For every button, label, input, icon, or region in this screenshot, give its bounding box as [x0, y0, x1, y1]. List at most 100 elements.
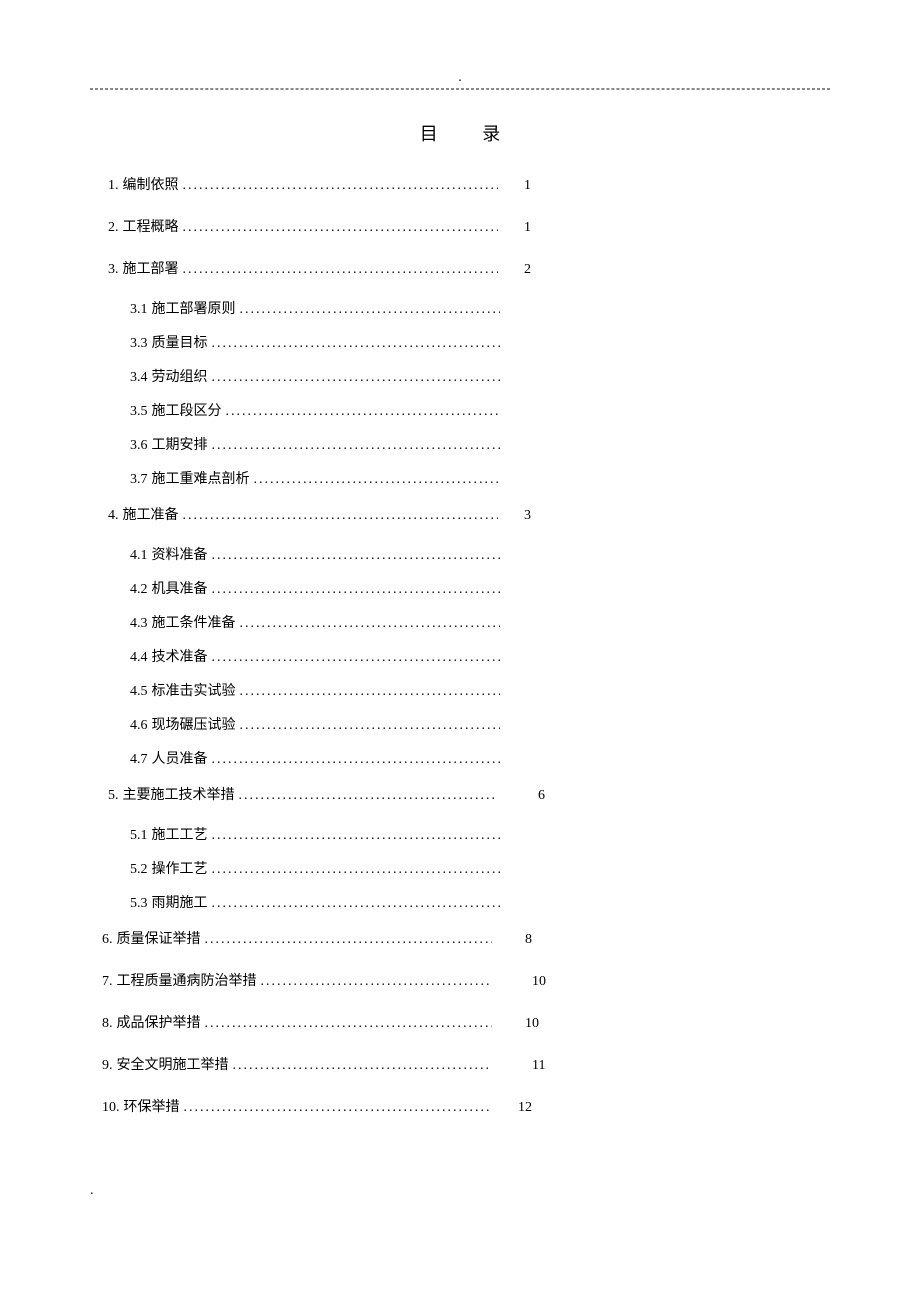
toc-number: 4.7: [130, 752, 152, 768]
toc-entry-inner: 8.成品保护举措................................…: [102, 1012, 492, 1032]
toc-number: 3.1: [130, 302, 152, 318]
table-of-contents: 1.编制依照..................................…: [90, 168, 830, 1132]
toc-label: 质量保证举措: [117, 928, 201, 948]
toc-number: 4.: [108, 508, 123, 524]
toc-number: 10.: [102, 1100, 124, 1116]
toc-entry: 1.编制依照..................................…: [90, 168, 830, 210]
toc-number: 3.7: [130, 472, 152, 488]
toc-leader-dots: ........................................…: [208, 828, 501, 844]
toc-entry: 4.2机具准备.................................…: [90, 574, 830, 608]
toc-number: 3.4: [130, 370, 152, 386]
toc-leader-dots: ........................................…: [235, 788, 499, 804]
toc-entry-inner: 4.4技术准备.................................…: [130, 646, 500, 666]
toc-entry: 4.4技术准备.................................…: [90, 642, 830, 676]
toc-entry: 4.7人员准备.................................…: [90, 744, 830, 778]
toc-leader-dots: ........................................…: [201, 932, 493, 948]
toc-number: 8.: [102, 1016, 117, 1032]
toc-entry: 5.1施工工艺.................................…: [90, 820, 830, 854]
toc-entry: 4.5标准击实试验...............................…: [90, 676, 830, 710]
toc-entry-inner: 4.1资料准备.................................…: [130, 544, 500, 564]
toc-leader-dots: ........................................…: [201, 1016, 493, 1032]
toc-label: 环保举措: [124, 1096, 180, 1116]
toc-label: 劳动组织: [152, 366, 208, 386]
toc-label: 施工重难点剖析: [152, 468, 250, 488]
toc-label: 资料准备: [152, 544, 208, 564]
toc-entry-inner: 3.施工部署..................................…: [108, 258, 498, 278]
toc-leader-dots: ........................................…: [208, 336, 501, 352]
toc-page-number: 11: [492, 1058, 545, 1074]
toc-label: 施工条件准备: [152, 612, 236, 632]
toc-label: 操作工艺: [152, 858, 208, 878]
toc-leader-dots: ........................................…: [208, 862, 501, 878]
toc-entry: 8.成品保护举措................................…: [90, 1006, 830, 1048]
toc-entry-inner: 4.2机具准备.................................…: [130, 578, 500, 598]
toc-number: 4.3: [130, 616, 152, 632]
toc-number: 4.2: [130, 582, 152, 598]
toc-leader-dots: ........................................…: [208, 896, 501, 912]
toc-entry-inner: 5.2操作工艺.................................…: [130, 858, 500, 878]
toc-leader-dots: ........................................…: [208, 370, 501, 386]
toc-entry: 4.6现场碾压试验...............................…: [90, 710, 830, 744]
toc-leader-dots: ........................................…: [222, 404, 501, 420]
toc-label: 人员准备: [152, 748, 208, 768]
toc-entry-inner: 3.5施工段区分................................…: [130, 400, 500, 420]
toc-number: 5.3: [130, 896, 152, 912]
toc-entry-inner: 3.4劳动组织.................................…: [130, 366, 500, 386]
toc-page-number: 8: [492, 932, 532, 948]
toc-label: 质量目标: [152, 332, 208, 352]
toc-entry: 3.施工部署..................................…: [90, 252, 830, 294]
toc-number: 2.: [108, 220, 123, 236]
toc-page-number: 2: [498, 262, 531, 278]
toc-number: 4.1: [130, 548, 152, 564]
toc-entry: 9.安全文明施工举措..............................…: [90, 1048, 830, 1090]
toc-number: 5.1: [130, 828, 152, 844]
toc-entry-inner: 6.质量保证举措................................…: [102, 928, 492, 948]
toc-entry-inner: 1.编制依照..................................…: [108, 174, 498, 194]
toc-entry-inner: 2.工程概略..................................…: [108, 216, 498, 236]
page-title: 目 录: [90, 120, 830, 146]
header-marker: .: [90, 70, 830, 86]
toc-number: 4.6: [130, 718, 152, 734]
toc-entry-inner: 4.3施工条件准备...............................…: [130, 612, 500, 632]
toc-entry-inner: 4.施工准备..................................…: [108, 504, 498, 524]
toc-leader-dots: ........................................…: [236, 616, 501, 632]
toc-entry-inner: 5.3雨期施工.................................…: [130, 892, 500, 912]
toc-entry-inner: 4.6现场碾压试验...............................…: [130, 714, 500, 734]
toc-page-number: 1: [498, 220, 531, 236]
toc-number: 5.2: [130, 862, 152, 878]
toc-entry: 3.1施工部署原则...............................…: [90, 294, 830, 328]
toc-entry-inner: 4.5标准击实试验...............................…: [130, 680, 500, 700]
toc-leader-dots: ........................................…: [179, 508, 499, 524]
toc-label: 机具准备: [152, 578, 208, 598]
toc-number: 5.: [108, 788, 123, 804]
toc-leader-dots: ........................................…: [236, 302, 501, 318]
toc-leader-dots: ........................................…: [179, 262, 499, 278]
toc-label: 施工工艺: [152, 824, 208, 844]
header-rule: [90, 88, 830, 90]
toc-entry: 2.工程概略..................................…: [90, 210, 830, 252]
toc-label: 主要施工技术举措: [123, 784, 235, 804]
toc-number: 3.6: [130, 438, 152, 454]
toc-leader-dots: ........................................…: [229, 1058, 493, 1074]
toc-entry: 3.5施工段区分................................…: [90, 396, 830, 430]
toc-leader-dots: ........................................…: [179, 220, 499, 236]
toc-number: 4.4: [130, 650, 152, 666]
toc-leader-dots: ........................................…: [180, 1100, 493, 1116]
toc-page-number: 1: [498, 178, 531, 194]
toc-entry: 3.4劳动组织.................................…: [90, 362, 830, 396]
toc-entry: 7.工程质量通病防治举措............................…: [90, 964, 830, 1006]
toc-leader-dots: ........................................…: [250, 472, 501, 488]
toc-leader-dots: ........................................…: [236, 684, 501, 700]
toc-leader-dots: ........................................…: [208, 650, 501, 666]
toc-label: 施工段区分: [152, 400, 222, 420]
toc-leader-dots: ........................................…: [208, 582, 501, 598]
toc-entry-inner: 3.6工期安排.................................…: [130, 434, 500, 454]
toc-entry-inner: 7.工程质量通病防治举措............................…: [102, 970, 492, 990]
toc-label: 施工部署原则: [152, 298, 236, 318]
toc-label: 技术准备: [152, 646, 208, 666]
toc-entry-inner: 4.7人员准备.................................…: [130, 748, 500, 768]
toc-leader-dots: ........................................…: [236, 718, 501, 734]
toc-label: 施工部署: [123, 258, 179, 278]
toc-label: 成品保护举措: [117, 1012, 201, 1032]
toc-entry-inner: 3.1施工部署原则...............................…: [130, 298, 500, 318]
